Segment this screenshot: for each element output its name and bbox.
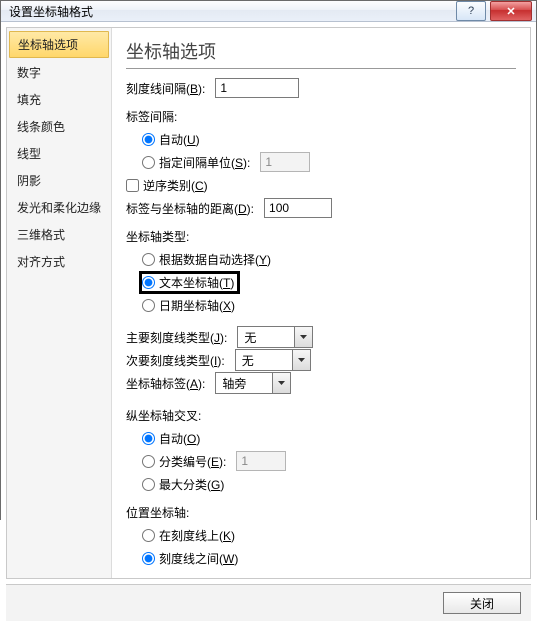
major-tick-row: 主要刻度线类型(J): 无 bbox=[126, 326, 516, 348]
position-on-tick-row: 在刻度线上(K) bbox=[142, 524, 516, 546]
dialog-window: 设置坐标轴格式 ? ✕ 坐标轴选项 数字 填充 线条颜色 线型 阴影 发光和柔化… bbox=[0, 0, 537, 520]
minor-tick-row: 次要刻度线类型(I): 无 bbox=[126, 349, 516, 371]
label-interval-auto-row: 自动(U) bbox=[142, 128, 516, 150]
vcross-max-radio[interactable] bbox=[142, 478, 155, 491]
axis-type-date-row: 日期坐标轴(X) bbox=[142, 294, 516, 316]
vcross-auto-label: 自动(O) bbox=[159, 430, 200, 447]
vcross-max-label: 最大分类(G) bbox=[159, 476, 224, 493]
tick-interval-input[interactable] bbox=[215, 78, 299, 98]
axis-type-auto-radio[interactable] bbox=[142, 253, 155, 266]
axis-label-distance-input[interactable] bbox=[264, 198, 332, 218]
vcross-category-label: 分类编号(E): bbox=[159, 453, 226, 470]
major-tick-select[interactable]: 无 bbox=[237, 326, 313, 348]
panel-separator bbox=[126, 68, 516, 69]
axis-type-date-radio[interactable] bbox=[142, 299, 155, 312]
axis-type-date-label: 日期坐标轴(X) bbox=[159, 297, 235, 314]
content-area: 坐标轴选项 数字 填充 线条颜色 线型 阴影 发光和柔化边缘 三维格式 对齐方式… bbox=[6, 27, 531, 579]
axis-type-text-label: 文本坐标轴(T) bbox=[159, 274, 234, 291]
position-on-tick-radio[interactable] bbox=[142, 529, 155, 542]
sidebar-item-number[interactable]: 数字 bbox=[7, 59, 111, 86]
label-interval-spec-label: 指定间隔单位(S): bbox=[159, 154, 250, 171]
axis-type-text-highlight: 文本坐标轴(T) bbox=[139, 271, 240, 294]
sidebar-item-3d-format[interactable]: 三维格式 bbox=[7, 221, 111, 248]
options-panel: 坐标轴选项 刻度线间隔(B): 标签间隔: 自动(U) 指定间隔单位(S): bbox=[112, 28, 530, 578]
close-button[interactable]: 关闭 bbox=[443, 592, 521, 614]
chevron-down-icon bbox=[294, 327, 312, 347]
axis-type-title: 坐标轴类型: bbox=[126, 225, 516, 247]
label-interval-auto-label: 自动(U) bbox=[159, 131, 200, 148]
axis-labels-label: 坐标轴标签(A): bbox=[126, 375, 205, 392]
major-tick-label: 主要刻度线类型(J): bbox=[126, 329, 227, 346]
label-interval-spec-input[interactable] bbox=[260, 152, 310, 172]
close-icon: ✕ bbox=[506, 5, 515, 18]
close-window-button[interactable]: ✕ bbox=[490, 1, 532, 21]
position-between-row: 刻度线之间(W) bbox=[142, 547, 516, 569]
label-interval-spec-radio[interactable] bbox=[142, 156, 155, 169]
sidebar-item-line-style[interactable]: 线型 bbox=[7, 140, 111, 167]
label-interval-title: 标签间隔: bbox=[126, 105, 516, 127]
window-title: 设置坐标轴格式 bbox=[9, 3, 93, 20]
minor-tick-label: 次要刻度线类型(I): bbox=[126, 352, 225, 369]
axis-labels-row: 坐标轴标签(A): 轴旁 bbox=[126, 372, 516, 394]
reverse-categories-row: 逆序类别(C) bbox=[126, 174, 516, 196]
chevron-down-icon bbox=[272, 373, 290, 393]
label-interval-auto-radio[interactable] bbox=[142, 133, 155, 146]
sidebar-item-alignment[interactable]: 对齐方式 bbox=[7, 248, 111, 275]
reverse-categories-label: 逆序类别(C) bbox=[143, 177, 208, 194]
vcross-max-row: 最大分类(G) bbox=[142, 473, 516, 495]
vcross-category-row: 分类编号(E): bbox=[142, 450, 516, 472]
help-icon: ? bbox=[468, 5, 474, 17]
position-between-label: 刻度线之间(W) bbox=[159, 550, 238, 567]
window-controls: ? ✕ bbox=[456, 1, 532, 21]
dialog-footer: 关闭 bbox=[6, 584, 531, 621]
position-between-radio[interactable] bbox=[142, 552, 155, 565]
axis-type-auto-label: 根据数据自动选择(Y) bbox=[159, 251, 271, 268]
panel-heading: 坐标轴选项 bbox=[126, 38, 516, 64]
vcross-category-input[interactable] bbox=[236, 451, 286, 471]
axis-label-distance-label: 标签与坐标轴的距离(D): bbox=[126, 200, 254, 217]
vcross-category-radio[interactable] bbox=[142, 455, 155, 468]
sidebar-item-glow[interactable]: 发光和柔化边缘 bbox=[7, 194, 111, 221]
minor-tick-select[interactable]: 无 bbox=[235, 349, 311, 371]
title-bar: 设置坐标轴格式 ? ✕ bbox=[1, 1, 536, 22]
position-on-tick-label: 在刻度线上(K) bbox=[159, 527, 235, 544]
axis-type-text-row: 文本坐标轴(T) bbox=[142, 271, 516, 293]
axis-type-text-radio[interactable] bbox=[142, 276, 155, 289]
vcross-auto-row: 自动(O) bbox=[142, 427, 516, 449]
sidebar-item-axis-options[interactable]: 坐标轴选项 bbox=[9, 31, 109, 58]
chevron-down-icon bbox=[292, 350, 310, 370]
dialog-body: 坐标轴选项 数字 填充 线条颜色 线型 阴影 发光和柔化边缘 三维格式 对齐方式… bbox=[1, 22, 536, 626]
tick-interval-label: 刻度线间隔(B): bbox=[126, 80, 205, 97]
axis-type-auto-row: 根据数据自动选择(Y) bbox=[142, 248, 516, 270]
sidebar-item-shadow[interactable]: 阴影 bbox=[7, 167, 111, 194]
category-sidebar: 坐标轴选项 数字 填充 线条颜色 线型 阴影 发光和柔化边缘 三维格式 对齐方式 bbox=[7, 28, 112, 578]
vcross-title: 纵坐标轴交叉: bbox=[126, 404, 516, 426]
sidebar-item-fill[interactable]: 填充 bbox=[7, 86, 111, 113]
help-button[interactable]: ? bbox=[456, 1, 486, 21]
tick-interval-row: 刻度线间隔(B): bbox=[126, 77, 516, 99]
sidebar-item-line-color[interactable]: 线条颜色 bbox=[7, 113, 111, 140]
label-interval-spec-row: 指定间隔单位(S): bbox=[142, 151, 516, 173]
reverse-categories-checkbox[interactable] bbox=[126, 179, 139, 192]
vcross-auto-radio[interactable] bbox=[142, 432, 155, 445]
axis-labels-select[interactable]: 轴旁 bbox=[215, 372, 291, 394]
axis-label-distance-row: 标签与坐标轴的距离(D): bbox=[126, 197, 516, 219]
